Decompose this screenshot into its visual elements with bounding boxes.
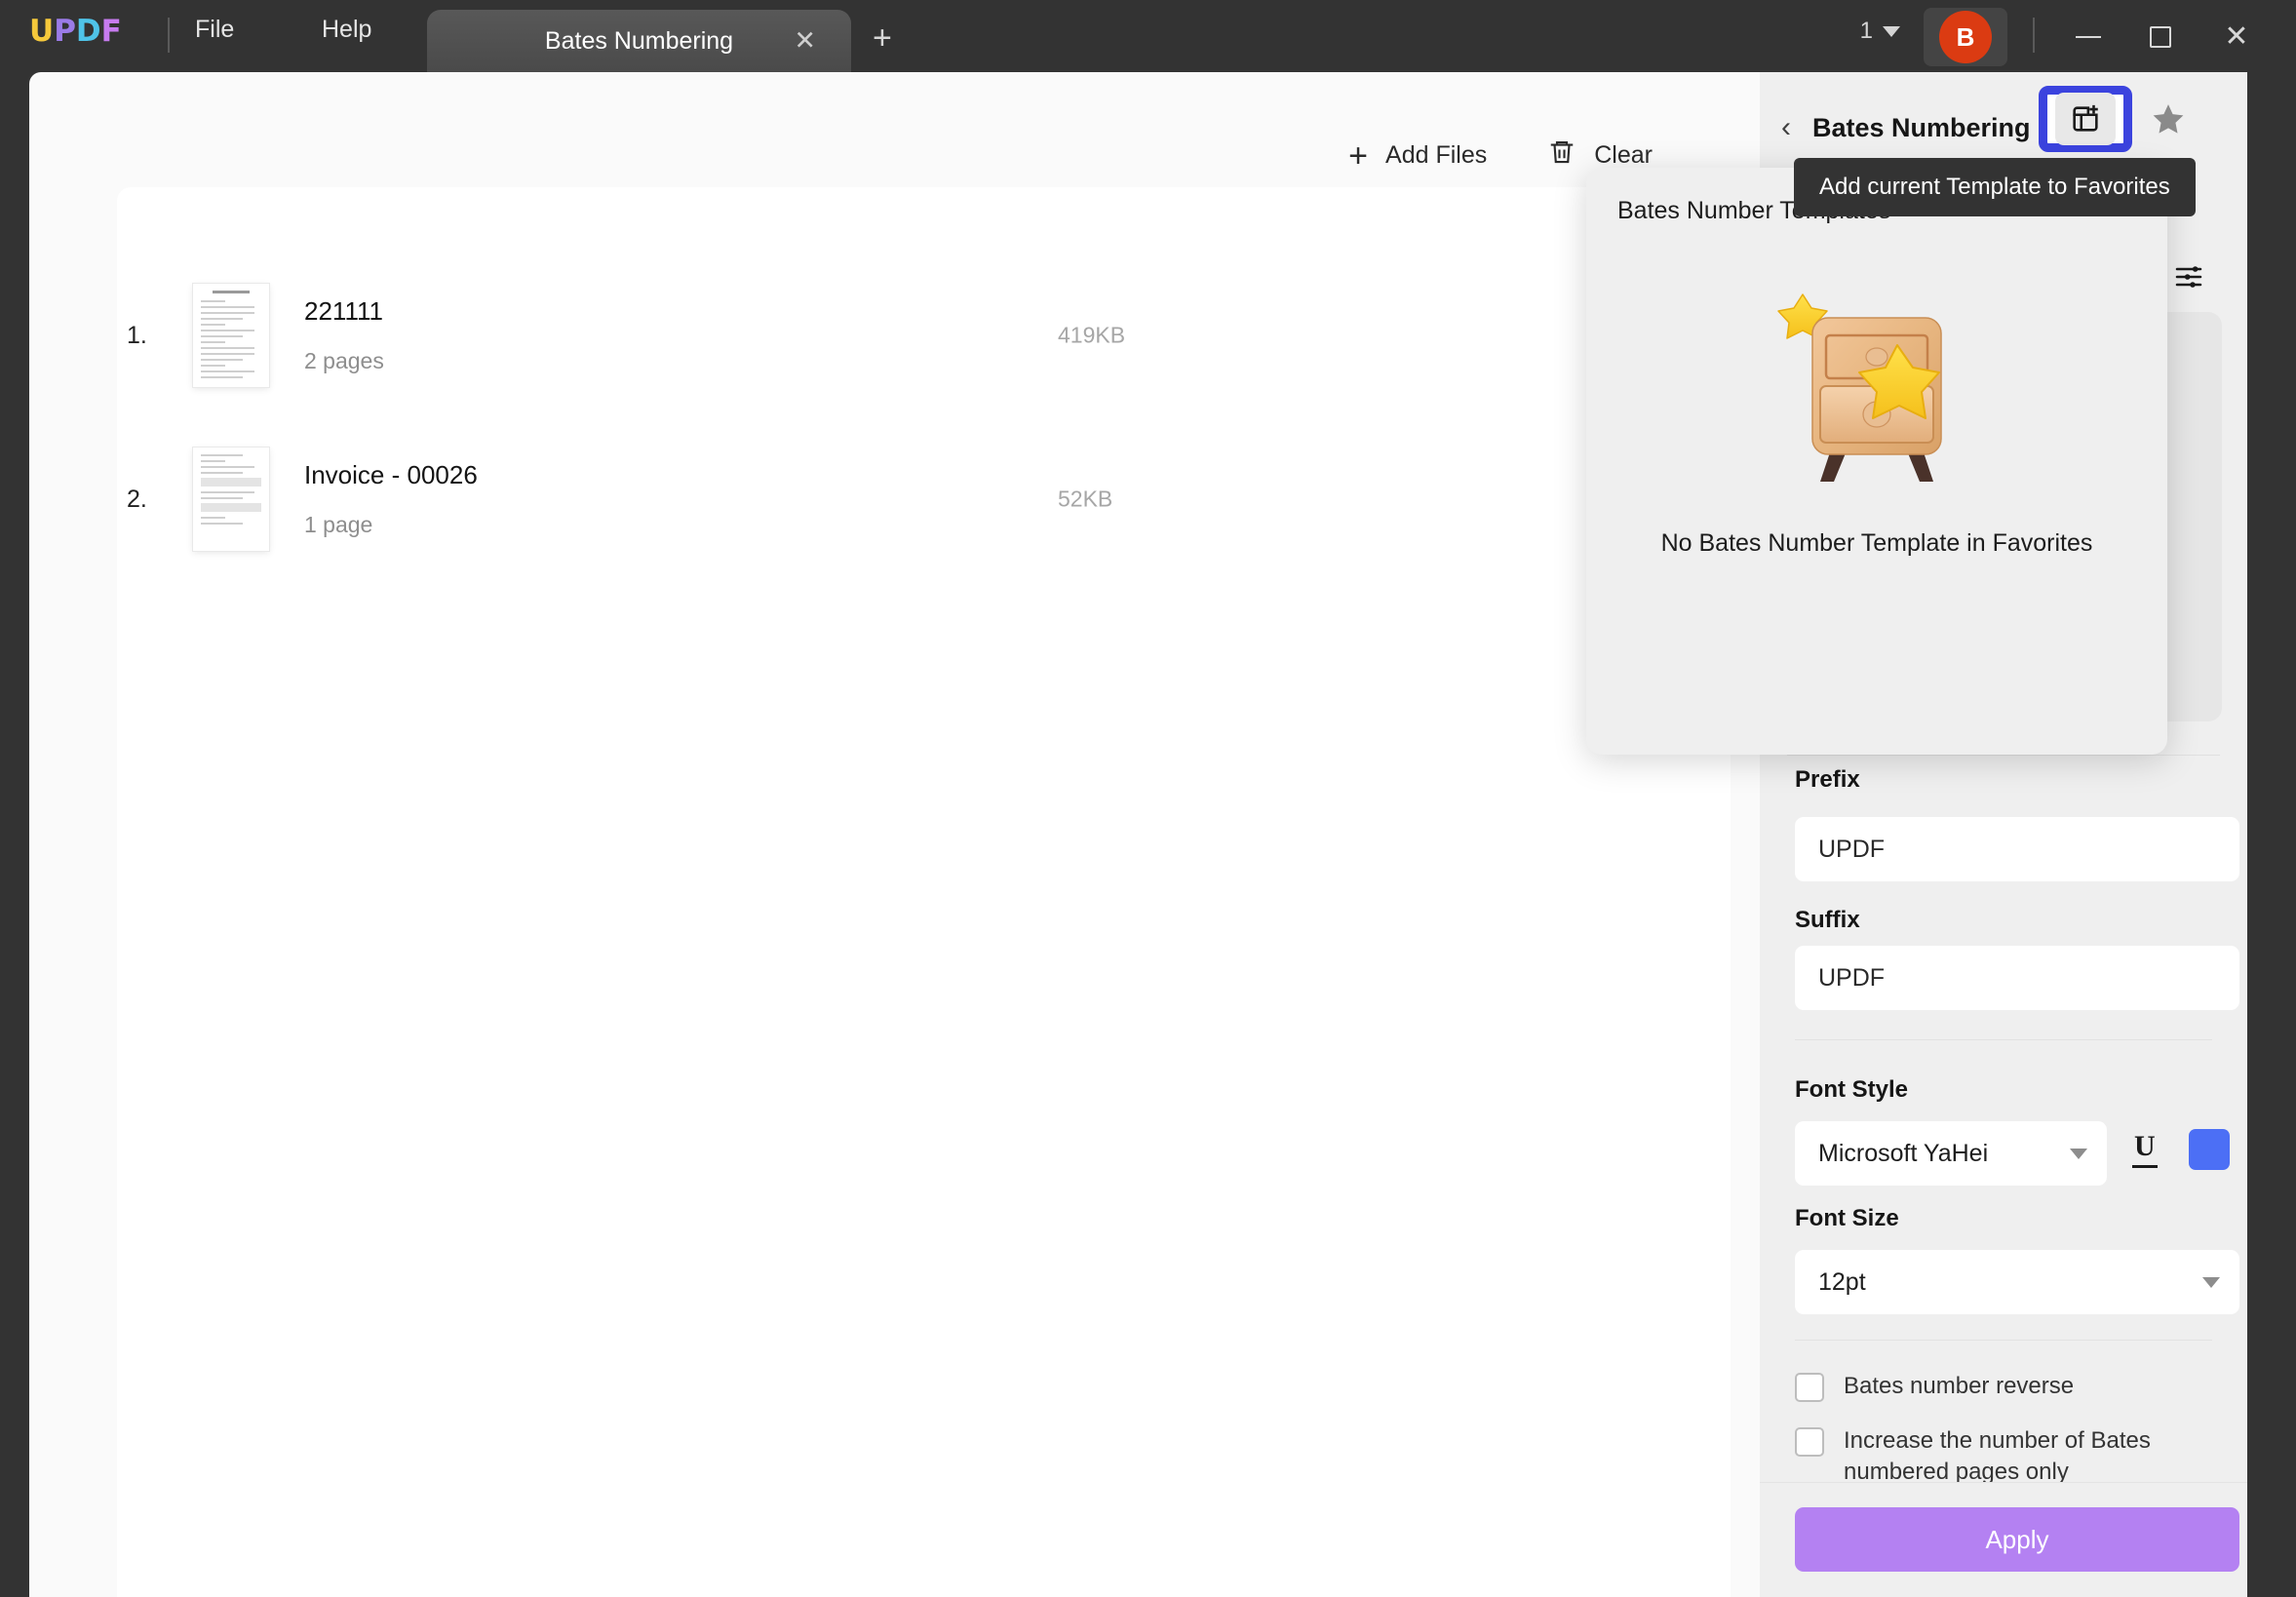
font-size-select[interactable]: 12pt xyxy=(1795,1250,2239,1314)
file-index: 1. xyxy=(127,321,147,349)
add-files-button[interactable]: + Add Files xyxy=(1348,139,1487,173)
maximize-icon xyxy=(2150,26,2171,48)
font-size-value: 12pt xyxy=(1818,1267,1866,1296)
plus-icon: + xyxy=(1348,136,1369,175)
chevron-down-icon xyxy=(2070,1148,2087,1159)
star-icon[interactable] xyxy=(2150,101,2187,143)
minimize-button[interactable] xyxy=(2052,8,2124,66)
avatar[interactable]: B xyxy=(1924,8,2007,66)
apply-button[interactable]: Apply xyxy=(1795,1507,2239,1572)
logo-letter-f: F xyxy=(100,14,122,49)
updf-logo: U P D F xyxy=(29,14,122,49)
chevron-down-icon xyxy=(1883,25,1900,37)
sliders-icon[interactable] xyxy=(2173,261,2204,297)
checkbox-box[interactable] xyxy=(1795,1427,1824,1457)
file-name: Invoice - 00026 xyxy=(304,460,478,489)
add-template-icon xyxy=(2055,93,2116,145)
logo-letter-d: D xyxy=(75,14,101,49)
maximize-button[interactable] xyxy=(2124,8,2197,66)
file-meta: 221111 2 pages xyxy=(304,296,384,374)
prefix-label: Prefix xyxy=(1795,766,1860,793)
prefix-input[interactable]: UPDF xyxy=(1795,817,2239,881)
empty-state-text: No Bates Number Template in Favorites xyxy=(1660,529,2093,557)
logo-letter-u: U xyxy=(29,14,55,49)
tab-bates-numbering[interactable]: Bates Numbering ✕ xyxy=(427,10,851,72)
suffix-input[interactable]: UPDF xyxy=(1795,946,2239,1010)
close-window-button[interactable]: ✕ xyxy=(2200,8,2273,66)
file-page-count: 2 pages xyxy=(304,348,384,373)
window-count-selector[interactable]: 1 xyxy=(1860,18,1900,45)
apply-bar: Apply xyxy=(1760,1482,2247,1597)
app-window: U P D F File Help Bates Numbering ✕ + 1 … xyxy=(0,0,2296,1597)
suffix-label: Suffix xyxy=(1795,907,1860,933)
file-index: 2. xyxy=(127,485,147,513)
title-bar: U P D F File Help Bates Numbering ✕ + 1 … xyxy=(0,0,2296,72)
font-style-select[interactable]: Microsoft YaHei xyxy=(1795,1121,2107,1186)
page-title: Bates Numbering xyxy=(1812,112,2031,142)
checkbox-increase-numbered-pages-only[interactable]: Increase the number of Bates numbered pa… xyxy=(1795,1425,2234,1489)
divider xyxy=(1795,1340,2212,1341)
file-name: 221111 xyxy=(304,296,383,326)
add-template-button[interactable] xyxy=(2039,86,2132,152)
font-size-label: Font Size xyxy=(1795,1205,1899,1231)
tab-label: Bates Numbering xyxy=(544,26,734,55)
file-size: 52KB xyxy=(1058,486,1113,512)
avatar-initial: B xyxy=(1939,11,1992,63)
trash-icon xyxy=(1547,136,1576,175)
tooltip: Add current Template to Favorites xyxy=(1794,158,2196,216)
bates-number-templates-popup: Bates Number Templates No Bates Number T… xyxy=(1586,168,2167,755)
titlebar-divider xyxy=(168,18,170,53)
close-icon[interactable]: ✕ xyxy=(794,27,816,55)
chevron-down-icon xyxy=(2202,1276,2220,1288)
add-files-label: Add Files xyxy=(1385,141,1488,169)
checkbox-bates-number-reverse[interactable]: Bates number reverse xyxy=(1795,1371,2234,1402)
divider xyxy=(1787,755,2220,756)
checkbox-label: Increase the number of Bates numbered pa… xyxy=(1844,1427,2151,1486)
file-page-count: 1 page xyxy=(304,512,373,537)
file-size: 419KB xyxy=(1058,322,1126,348)
chevron-left-icon[interactable]: ‹ xyxy=(1781,113,1791,142)
close-icon: ✕ xyxy=(2224,20,2249,53)
file-thumbnail xyxy=(193,448,269,551)
minimize-icon xyxy=(2076,36,2101,38)
table-row[interactable]: 2. Invoice - 00026 1 page 52KB xyxy=(127,402,1657,597)
file-thumbnail xyxy=(193,284,269,387)
empty-state: No Bates Number Template in Favorites xyxy=(1586,275,2167,558)
empty-cabinet-with-stars-illustration xyxy=(1770,275,1984,494)
text-color-swatch[interactable] xyxy=(2189,1129,2230,1170)
menu-help[interactable]: Help xyxy=(322,16,371,44)
font-style-value: Microsoft YaHei xyxy=(1818,1139,1989,1167)
window-controls-divider xyxy=(2033,18,2035,53)
font-style-label: Font Style xyxy=(1795,1076,1909,1103)
checkbox-box[interactable] xyxy=(1795,1373,1824,1402)
window-count-label: 1 xyxy=(1859,18,1873,44)
divider xyxy=(1795,1039,2212,1040)
plus-icon[interactable]: + xyxy=(873,21,892,55)
menu-file[interactable]: File xyxy=(195,16,234,44)
clear-label: Clear xyxy=(1594,141,1653,169)
logo-letter-p: P xyxy=(54,14,76,49)
underline-button[interactable]: U xyxy=(2132,1131,2158,1168)
checkbox-label: Bates number reverse xyxy=(1844,1373,2075,1399)
file-meta: Invoice - 00026 1 page xyxy=(304,460,478,538)
